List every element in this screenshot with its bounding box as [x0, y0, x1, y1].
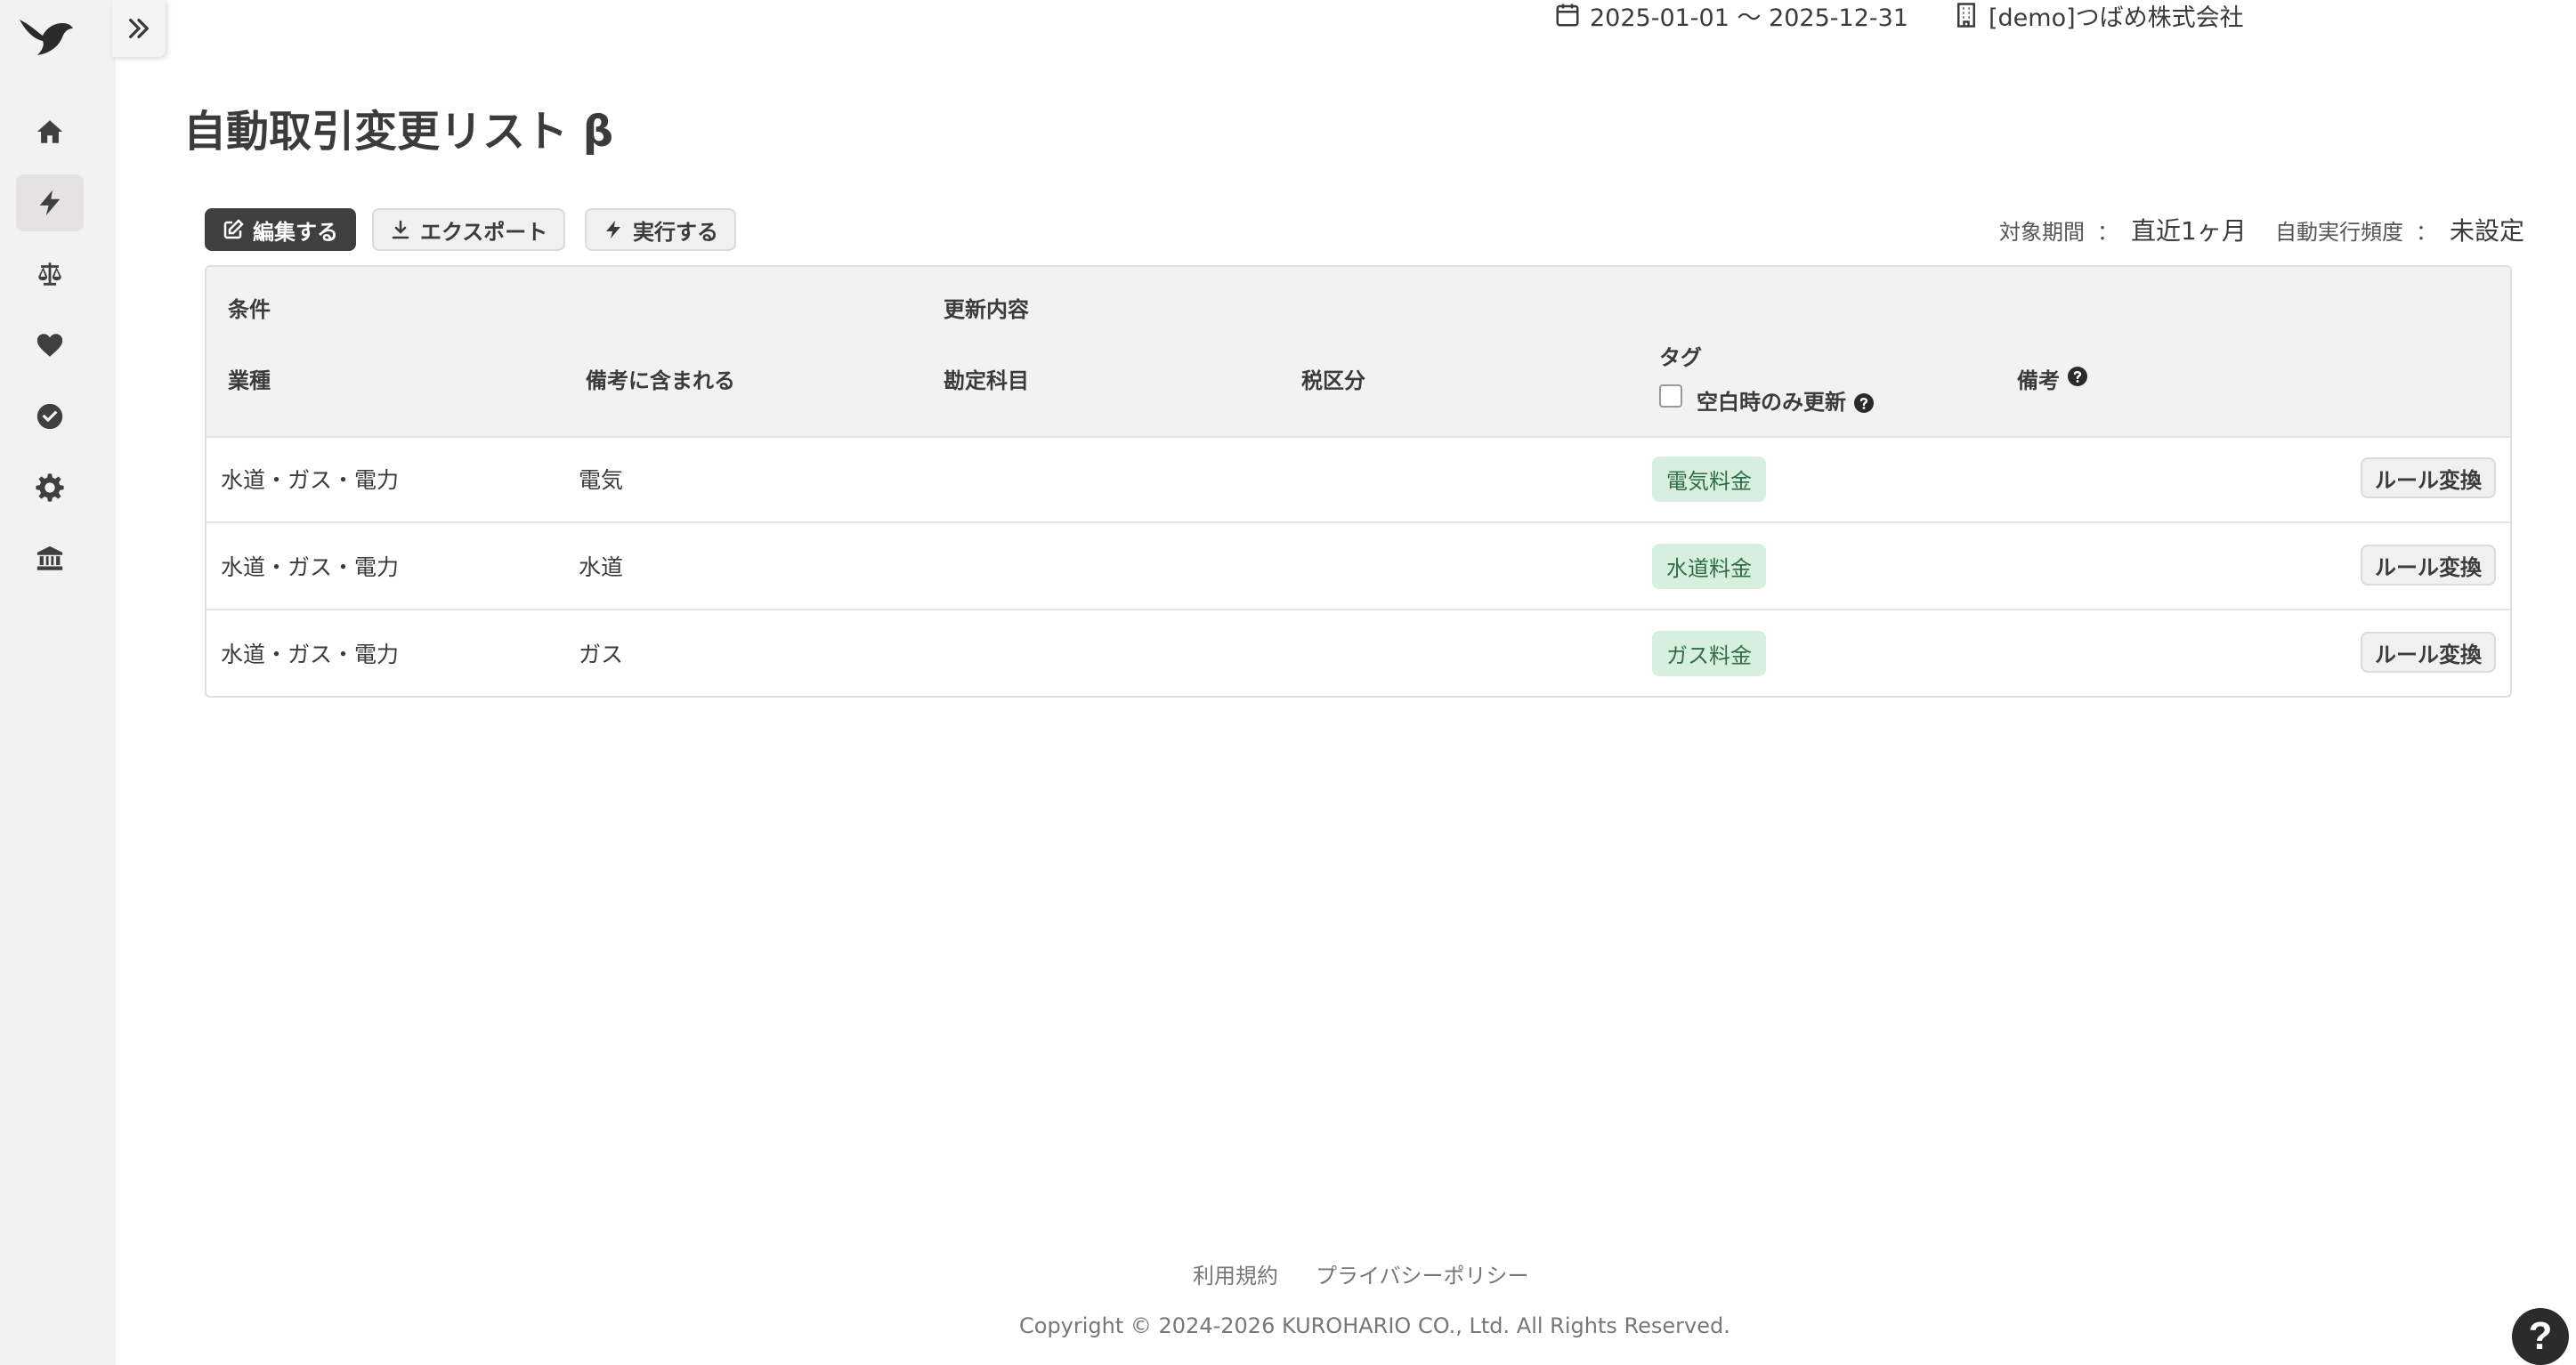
- column-header-account: 勘定科目: [944, 368, 1029, 393]
- column-header-tag: タグ: [1659, 345, 1702, 370]
- run-button[interactable]: 実行する: [585, 208, 736, 251]
- cell-memo-contains: 水道: [579, 554, 624, 580]
- export-button[interactable]: エクスポート: [372, 208, 566, 251]
- sidebar: [0, 0, 116, 1365]
- target-period-value: 直近1ヶ月: [2131, 216, 2247, 246]
- lightning-icon: [606, 221, 620, 238]
- edit-icon: [223, 219, 244, 239]
- auto-run-frequency: 自動実行頻度 ： 未設定: [2275, 210, 2524, 249]
- footer-links: 利用規約 プライバシーポリシー: [1193, 1258, 1529, 1289]
- export-button-label: エクスポート: [420, 219, 548, 245]
- target-period-separator: ：: [2097, 219, 2118, 245]
- nav-balance[interactable]: [16, 246, 84, 303]
- page-title: 自動取引変更リスト β: [183, 107, 614, 157]
- tag-badge: ガス料金: [1652, 630, 1766, 676]
- rule-convert-button[interactable]: ルール変換: [2361, 632, 2496, 673]
- privacy-link[interactable]: プライバシーポリシー: [1316, 1258, 1529, 1289]
- nav-home[interactable]: [16, 103, 84, 160]
- cell-industry: 水道・ガス・電力: [221, 554, 400, 580]
- building-icon: [1957, 3, 1975, 28]
- cell-tag: 電気料金: [1652, 436, 1766, 521]
- column-header-memo-contains: 備考に含まれる: [586, 368, 735, 393]
- download-icon: [392, 220, 409, 239]
- column-header-tax: 税区分: [1301, 368, 1365, 393]
- tag-badge: 電気料金: [1652, 456, 1766, 502]
- nav-settings[interactable]: [16, 459, 84, 516]
- edit-button-label: 編集する: [253, 219, 338, 245]
- calendar-icon: [1556, 4, 1579, 27]
- group-header-condition: 条件: [228, 297, 271, 322]
- update-when-blank-text: 空白時のみ更新: [1697, 390, 1846, 415]
- terms-link[interactable]: 利用規約: [1193, 1258, 1278, 1289]
- update-when-blank-checkbox[interactable]: [1659, 384, 1682, 408]
- column-header-memo-text: 備考: [2017, 368, 2060, 393]
- home-icon: [36, 120, 63, 143]
- rules-table: 条件 更新内容 業種 備考に含まれる 勘定科目 税区分 タグ 空白時のみ更新 備…: [205, 265, 2512, 698]
- nav-favorites[interactable]: [16, 317, 84, 374]
- cell-tag: ガス料金: [1652, 610, 1766, 696]
- copyright: Copyright © 2024-2026 KUROHARIO CO., Ltd…: [1019, 1313, 1730, 1338]
- group-header-update: 更新内容: [944, 297, 1029, 322]
- bank-icon: [36, 545, 63, 570]
- target-period: 対象期間 ： 直近1ヶ月: [1999, 210, 2247, 249]
- period-selector[interactable]: 2025-01-01 〜 2025-12-31: [1554, 0, 1908, 32]
- tag-badge: 水道料金: [1652, 543, 1766, 589]
- cell-memo-contains: ガス: [579, 642, 624, 667]
- target-period-label: 対象期間: [1999, 219, 2085, 245]
- rule-convert-button[interactable]: ルール変換: [2361, 457, 2496, 498]
- company-name: [demo]つばめ株式会社: [1989, 4, 2244, 32]
- edit-button[interactable]: 編集する: [205, 208, 356, 251]
- heart-icon: [36, 334, 63, 357]
- cell-tag: 水道料金: [1652, 523, 1766, 609]
- table-row: 水道・ガス・電力 電気 電気料金 ルール変換: [207, 436, 2510, 523]
- nav-auto-transactions[interactable]: [16, 174, 84, 231]
- frequency-value: 未設定: [2450, 216, 2525, 246]
- question-circle-icon[interactable]: [1853, 392, 1875, 414]
- cell-memo-contains: 電気: [579, 467, 624, 493]
- cell-industry: 水道・ガス・電力: [221, 642, 400, 667]
- help-button[interactable]: ?: [2512, 1308, 2569, 1365]
- nav-checks[interactable]: [16, 388, 84, 445]
- question-circle-icon[interactable]: [2067, 366, 2088, 387]
- table-row: 水道・ガス・電力 ガス ガス料金 ルール変換: [207, 610, 2510, 696]
- scale-icon: [38, 262, 61, 286]
- gear-icon: [36, 473, 64, 502]
- column-header-industry: 業種: [228, 368, 271, 393]
- update-when-blank-label: 空白時のみ更新: [1697, 384, 1875, 416]
- sidebar-collapse-button[interactable]: [112, 0, 166, 57]
- frequency-label: 自動実行頻度: [2275, 219, 2403, 245]
- nav-bank[interactable]: [16, 530, 84, 587]
- check-circle-icon: [36, 403, 63, 430]
- frequency-separator: ：: [2416, 219, 2437, 245]
- swallow-logo-icon[interactable]: [18, 12, 75, 57]
- period-text: 2025-01-01 〜 2025-12-31: [1590, 4, 1908, 32]
- cell-industry: 水道・ガス・電力: [221, 467, 400, 493]
- table-header: 条件 更新内容 業種 備考に含まれる 勘定科目 税区分 タグ 空白時のみ更新 備…: [207, 267, 2510, 438]
- run-button-label: 実行する: [633, 219, 718, 245]
- lightning-icon: [39, 190, 61, 216]
- company-selector[interactable]: [demo]つばめ株式会社: [1953, 0, 2244, 32]
- table-row: 水道・ガス・電力 水道 水道料金 ルール変換: [207, 523, 2510, 610]
- column-header-memo: 備考: [2017, 363, 2088, 394]
- chevron-double-right-icon: [129, 18, 149, 38]
- rule-convert-button[interactable]: ルール変換: [2361, 545, 2496, 586]
